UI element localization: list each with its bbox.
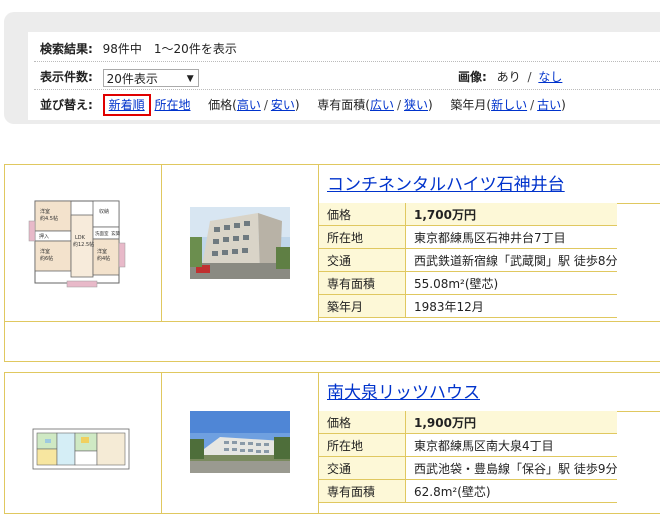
floorplan-image[interactable] bbox=[31, 425, 131, 475]
sort-area-label: 専有面積( bbox=[317, 98, 370, 112]
floorplan-label: 洋室 bbox=[40, 208, 50, 215]
listing-card: 南大泉リッツハウス 価格 1,900万円 所在地 東京都練馬区南大泉4丁目 交通… bbox=[4, 372, 660, 514]
sort-label: 並び替え: bbox=[40, 98, 93, 112]
area-value: 62.8m²(壁芯) bbox=[405, 479, 618, 503]
sort-newest-link[interactable]: 新着順 bbox=[109, 98, 145, 112]
separator: / bbox=[263, 98, 268, 112]
floorplan-label: 押入 bbox=[39, 233, 49, 240]
spec-key: 価格 bbox=[319, 203, 406, 226]
count-label: 表示件数: bbox=[40, 70, 93, 84]
spec-key: 価格 bbox=[319, 411, 406, 434]
spec-row-access: 交通 西武池袋・豊島線「保谷」駅 徒歩9分 bbox=[319, 456, 618, 480]
spec-row-area: 専有面積 55.08m²(壁芯) bbox=[319, 271, 618, 295]
photo-cell bbox=[162, 165, 319, 321]
count-select[interactable]: 20件表示 ▼ bbox=[102, 68, 199, 87]
access-value: 西武池袋・豊島線「保谷」駅 徒歩9分 bbox=[405, 456, 618, 480]
separator: / bbox=[527, 70, 532, 84]
paren: ) bbox=[294, 98, 300, 112]
price-value: 1,900万円 bbox=[405, 411, 618, 434]
floorplan-label: 洋室 bbox=[40, 248, 50, 255]
sort-newest-highlight[interactable]: 新着順 bbox=[102, 94, 151, 116]
spec-key: 所在地 bbox=[319, 225, 406, 249]
spec-table: 価格 1,700万円 所在地 東京都練馬区石神井台7丁目 交通 西武鉄道新宿線「… bbox=[319, 203, 618, 318]
results-value: 98件中 1～20件を表示 bbox=[102, 42, 237, 56]
search-panel: 検索結果: 98件中 1～20件を表示 表示件数: 20件表示 ▼ 画像: あり… bbox=[4, 12, 660, 124]
results-row: 検索結果: 98件中 1～20件を表示 bbox=[40, 38, 237, 60]
floorplan-label: 約4帖 bbox=[97, 255, 110, 262]
floorplan-label: 約6帖 bbox=[40, 255, 53, 262]
image-label: 画像: bbox=[458, 70, 487, 84]
floorplan-label: 洗面室 bbox=[95, 230, 109, 237]
floorplan-label: 約4.5帖 bbox=[40, 215, 58, 222]
location-value: 東京都練馬区石神井台7丁目 bbox=[405, 225, 618, 249]
listing-card: 洋室 約4.5帖 洋室 約6帖 LDK 約12.5帖 洋室 約4帖 押入 収納 … bbox=[4, 164, 660, 362]
floorplan-label: 玄関 bbox=[111, 230, 120, 237]
spec-row-access: 交通 西武鉄道新宿線「武蔵関」駅 徒歩8分 bbox=[319, 248, 618, 272]
sort-area-narrow-link[interactable]: 狭い bbox=[404, 98, 428, 112]
image-no-link[interactable]: なし bbox=[538, 70, 562, 84]
sort-area-wide-link[interactable]: 広い bbox=[370, 98, 394, 112]
spec-key: 交通 bbox=[319, 456, 406, 480]
listing-title-link[interactable]: 南大泉リッツハウス bbox=[327, 383, 480, 403]
floorplan-image[interactable]: 洋室 約4.5帖 洋室 約6帖 LDK 約12.5帖 洋室 約4帖 押入 収納 … bbox=[27, 191, 127, 291]
spec-key: 築年月 bbox=[319, 294, 406, 318]
chevron-down-icon: ▼ bbox=[186, 73, 194, 84]
spec-key: 専有面積 bbox=[319, 271, 406, 295]
image-option: 画像: あり / なし bbox=[458, 66, 562, 88]
floorplan-cell: 洋室 約4.5帖 洋室 約6帖 LDK 約12.5帖 洋室 約4帖 押入 収納 … bbox=[5, 165, 162, 321]
building-photo[interactable] bbox=[190, 411, 290, 473]
sort-age-old-link[interactable]: 古い bbox=[537, 98, 561, 112]
spec-table: 価格 1,900万円 所在地 東京都練馬区南大泉4丁目 交通 西武池袋・豊島線「… bbox=[319, 411, 618, 503]
price-value: 1,700万円 bbox=[405, 203, 618, 226]
spec-key: 交通 bbox=[319, 248, 406, 272]
separator: / bbox=[530, 98, 535, 112]
floorplan-label: 洋室 bbox=[97, 248, 107, 255]
location-value: 東京都練馬区南大泉4丁目 bbox=[405, 433, 618, 457]
area-value: 55.08m²(壁芯) bbox=[405, 271, 618, 295]
floorplan-label: 収納 bbox=[99, 208, 109, 215]
spec-row-location: 所在地 東京都練馬区石神井台7丁目 bbox=[319, 225, 618, 249]
listing-title-link[interactable]: コンチネンタルハイツ石神井台 bbox=[327, 175, 565, 195]
image-yes: あり bbox=[496, 70, 521, 84]
sort-age-label: 築年月( bbox=[450, 98, 492, 112]
access-value: 西武鉄道新宿線「武蔵関」駅 徒歩8分 bbox=[405, 248, 618, 272]
separator: / bbox=[396, 98, 402, 112]
sort-price-low-link[interactable]: 安い bbox=[271, 98, 295, 112]
building-photo[interactable] bbox=[190, 207, 290, 279]
listing-title-cell: 南大泉リッツハウス bbox=[319, 373, 660, 412]
spec-row-built: 築年月 1983年12月 bbox=[319, 294, 618, 318]
photo-cell bbox=[162, 373, 319, 513]
search-panel-inner: 検索結果: 98件中 1～20件を表示 表示件数: 20件表示 ▼ 画像: あり… bbox=[28, 32, 660, 120]
spec-key: 所在地 bbox=[319, 433, 406, 457]
sort-location-link[interactable]: 所在地 bbox=[154, 98, 190, 112]
listing-footer bbox=[5, 321, 660, 361]
spec-key: 専有面積 bbox=[319, 479, 406, 503]
spec-row-price: 価格 1,700万円 bbox=[319, 203, 618, 226]
sort-row: 並び替え: 新着順 所在地 価格(高い / 安い) 専有面積(広い / 狭い) 築年月(… bbox=[40, 94, 566, 116]
floorplan-label: 約12.5帖 bbox=[73, 241, 94, 248]
paren: ) bbox=[561, 98, 566, 112]
floorplan-cell bbox=[5, 373, 162, 513]
floorplan-label: LDK bbox=[75, 235, 86, 241]
count-select-value: 20件表示 bbox=[106, 71, 158, 86]
spec-row-location: 所在地 東京都練馬区南大泉4丁目 bbox=[319, 433, 618, 457]
results-label: 検索結果: bbox=[40, 42, 93, 56]
sort-price-label: 価格( bbox=[208, 98, 237, 112]
built-value: 1983年12月 bbox=[405, 294, 618, 318]
sort-age-new-link[interactable]: 新しい bbox=[491, 98, 527, 112]
count-row: 表示件数: 20件表示 ▼ bbox=[40, 66, 199, 88]
listing-title-cell: コンチネンタルハイツ石神井台 bbox=[319, 165, 660, 204]
spec-row-area: 専有面積 62.8m²(壁芯) bbox=[319, 479, 618, 503]
divider bbox=[34, 61, 660, 62]
paren: ) bbox=[428, 98, 433, 112]
divider bbox=[34, 89, 660, 90]
spec-row-price: 価格 1,900万円 bbox=[319, 411, 618, 434]
sort-price-high-link[interactable]: 高い bbox=[237, 98, 261, 112]
